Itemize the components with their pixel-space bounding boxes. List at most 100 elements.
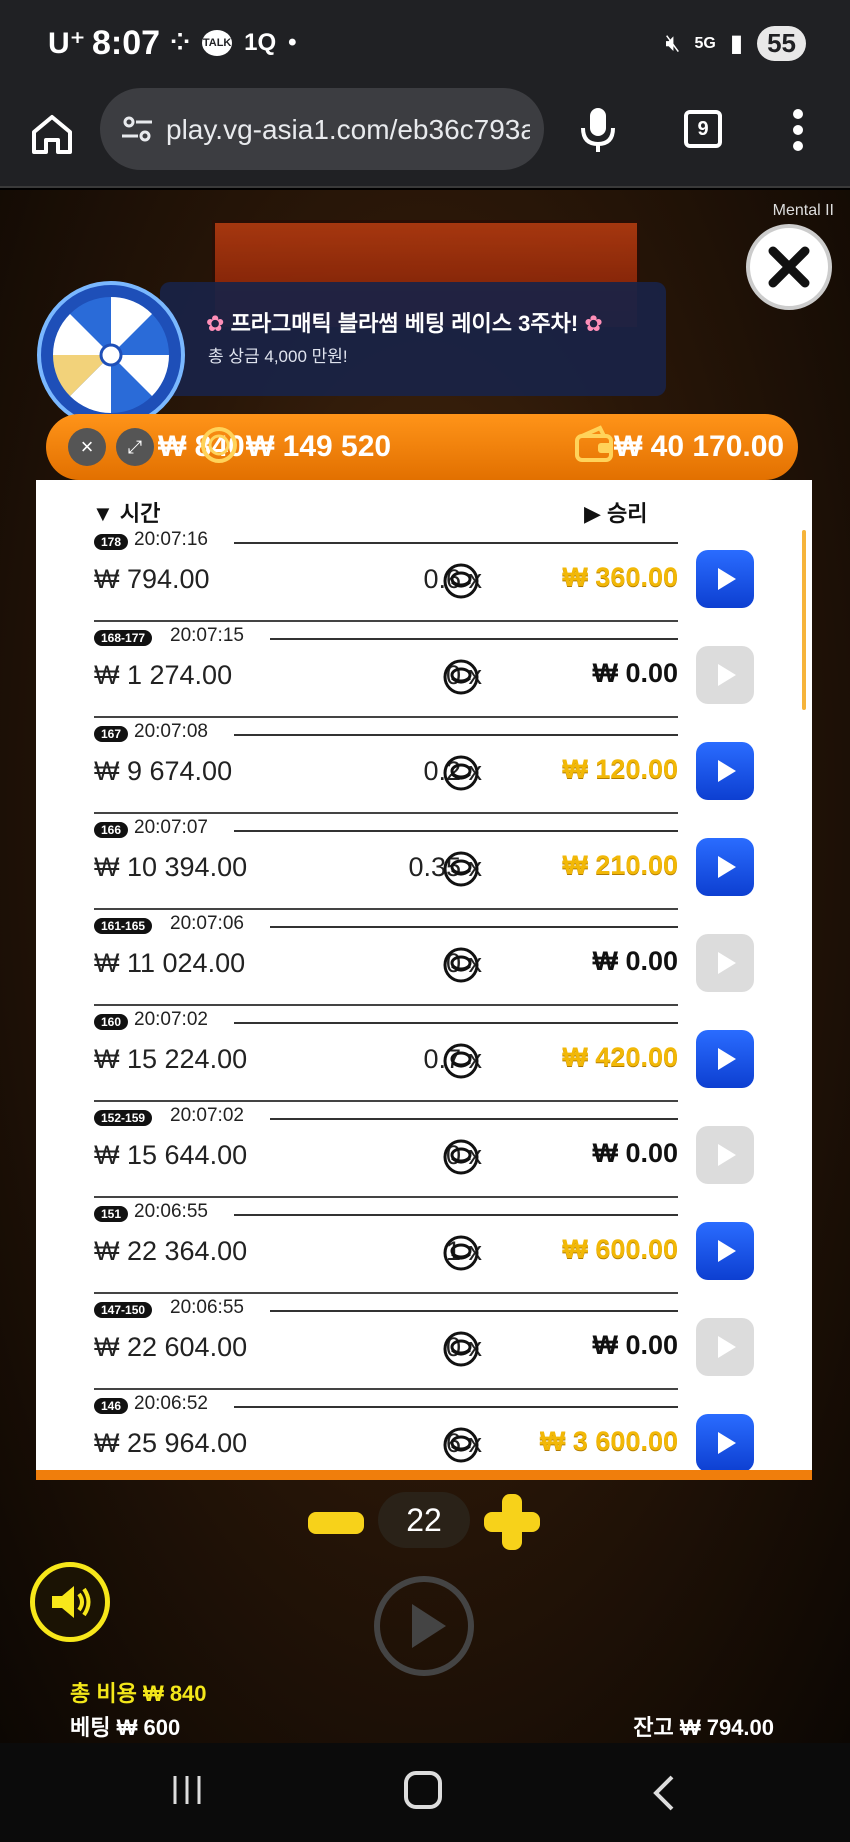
play-icon — [718, 760, 736, 782]
coin-icon — [443, 1043, 479, 1079]
row-time: 20:06:55 — [134, 1201, 208, 1222]
replay-button[interactable] — [696, 550, 754, 608]
close-panel-button[interactable]: × — [68, 428, 106, 466]
coin-icon — [443, 1139, 479, 1175]
game-area: Mental II ✿ 프라그매틱 블라썸 베팅 레이스 3주차! ✿ 총 상금… — [0, 190, 850, 1743]
sort-by-win-header[interactable]: ▶ 승리 — [584, 496, 648, 528]
coin-icon — [201, 427, 237, 463]
spin-count: 22 — [378, 1492, 470, 1548]
total-cost-label: 총 비용 ₩ 840 — [70, 1681, 207, 1706]
play-icon — [718, 1240, 736, 1262]
network-icon: 5G — [694, 34, 716, 52]
clock: 8:07 — [92, 24, 161, 62]
row-win: ₩ 3 600.00 — [539, 1426, 678, 1456]
row-bet: ₩ 22 604.00 — [94, 1332, 248, 1362]
url-text[interactable]: play.vg-asia1.com/eb36c793a5 — [166, 114, 530, 146]
play-icon — [412, 1604, 446, 1648]
url-bar[interactable]: play.vg-asia1.com/eb36c793a5 — [100, 88, 544, 170]
replay-button[interactable] — [696, 1126, 754, 1184]
status-bar: U⁺ 8:07 ⁘ TALK 1Q • 🔇︎ 5G ▮ 55 — [0, 0, 850, 88]
round-tag: 152-159 — [94, 1110, 153, 1126]
divider — [234, 1022, 678, 1024]
play-icon — [718, 1144, 736, 1166]
row-win: ₩ 360.00 — [562, 562, 678, 592]
row-win: ₩ 420.00 — [562, 1042, 678, 1072]
wallet-balance: ₩ 40 170.00 — [614, 430, 785, 463]
row-time: 20:06:52 — [134, 1393, 208, 1414]
play-icon — [718, 664, 736, 686]
replay-button[interactable] — [696, 742, 754, 800]
coin-icon — [443, 947, 479, 983]
home-icon[interactable] — [28, 110, 76, 158]
round-tag: 167 — [94, 726, 129, 742]
expand-icon[interactable]: ⤢ — [116, 428, 154, 466]
site-settings-icon[interactable] — [120, 112, 154, 146]
round-tag: 161-165 — [94, 918, 153, 934]
replay-button[interactable] — [696, 646, 754, 704]
carrier-label: U⁺ — [48, 27, 86, 60]
promo-banner[interactable]: ✿ 프라그매틱 블라썸 베팅 레이스 3주차! ✿ 총 상금 4,000 만원! — [160, 282, 666, 396]
divider — [234, 734, 678, 736]
more-menu-icon[interactable] — [792, 108, 804, 152]
play-icon — [718, 568, 736, 590]
decrease-button[interactable] — [308, 1512, 364, 1534]
divider — [234, 542, 678, 544]
row-time: 20:07:02 — [170, 1105, 244, 1126]
row-win: ₩ 0.00 — [592, 1330, 678, 1360]
divider — [234, 1406, 678, 1408]
divider — [234, 1214, 678, 1216]
row-time: 20:07:08 — [134, 721, 208, 742]
app-badge: 1Q — [244, 28, 277, 56]
row-bet: ₩ 11 024.00 — [94, 948, 246, 978]
coin-balance: ₩ 149 520 — [246, 430, 392, 463]
divider — [270, 1310, 678, 1312]
flower-icon: ✿ — [206, 311, 225, 336]
round-tag: 147-150 — [94, 1302, 153, 1318]
prize-wheel-icon[interactable] — [36, 280, 186, 430]
close-game-button[interactable] — [746, 224, 832, 310]
microphone-icon[interactable] — [578, 106, 618, 154]
row-bet: ₩ 15 224.00 — [94, 1044, 248, 1074]
history-row: 147-150 20:06:55 ₩ 22 604.00 0 x ₩ 0.00 — [36, 1294, 812, 1390]
mute-icon: 🔇︎ — [665, 29, 681, 57]
home-nav-icon[interactable] — [404, 1771, 442, 1809]
spin-button[interactable] — [374, 1576, 474, 1676]
grid-icon: ⁘ — [170, 29, 191, 56]
row-win: ₩ 0.00 — [592, 1138, 678, 1168]
wallet-bar: × ⤢ ₩ 840 ₩ 149 520 ₩ 40 170.00 — [46, 414, 798, 480]
recent-apps-icon[interactable] — [170, 1773, 204, 1807]
replay-button[interactable] — [696, 1318, 754, 1376]
tab-switcher-button[interactable]: 9 — [684, 110, 722, 148]
history-row: 168-177 20:07:15 ₩ 1 274.00 0 x ₩ 0.00 — [36, 622, 812, 718]
game-title-label: Mental II — [772, 202, 834, 219]
row-time: 20:07:15 — [170, 625, 244, 646]
replay-button[interactable] — [696, 1030, 754, 1088]
row-bet: ₩ 25 964.00 — [94, 1428, 248, 1458]
replay-button[interactable] — [696, 1414, 754, 1470]
promo-title: 프라그매틱 블라썸 베팅 레이스 3주차! — [230, 311, 579, 336]
row-time: 20:07:06 — [170, 913, 244, 934]
back-icon[interactable] — [648, 1773, 678, 1813]
history-row: 161-165 20:07:06 ₩ 11 024.00 0 x ₩ 0.00 — [36, 910, 812, 1006]
history-row: 160 20:07:02 ₩ 15 224.00 0.7 x ₩ 420.00 — [36, 1006, 812, 1102]
history-row: 152-159 20:07:02 ₩ 15 644.00 0 x ₩ 0.00 — [36, 1102, 812, 1198]
row-win: ₩ 120.00 — [562, 754, 678, 784]
battery-indicator: 55 — [757, 26, 806, 61]
sound-toggle-button[interactable] — [30, 1562, 110, 1642]
row-bet: ₩ 22 364.00 — [94, 1236, 248, 1266]
row-time: 20:06:55 — [170, 1297, 244, 1318]
round-tag: 178 — [94, 534, 129, 550]
divider — [234, 830, 678, 832]
promo-subtitle: 총 상금 4,000 만원! — [208, 347, 348, 366]
coin-icon — [443, 1235, 479, 1271]
history-row: 146 20:06:52 ₩ 25 964.00 6 x ₩ 3 600.00 — [36, 1390, 812, 1470]
replay-button[interactable] — [696, 934, 754, 992]
wallet-icon — [575, 425, 613, 462]
sort-by-time-header[interactable]: ▼ 시간 — [92, 496, 160, 528]
increase-button[interactable] — [484, 1494, 540, 1550]
play-icon — [718, 856, 736, 878]
replay-button[interactable] — [696, 838, 754, 896]
bet-history-panel: ▼ 시간 ▶ 승리 178 20:07:16 ₩ 794.00 0.6 x ₩ 360.… — [36, 480, 812, 1480]
row-bet: ₩ 10 394.00 — [94, 852, 248, 882]
replay-button[interactable] — [696, 1222, 754, 1280]
